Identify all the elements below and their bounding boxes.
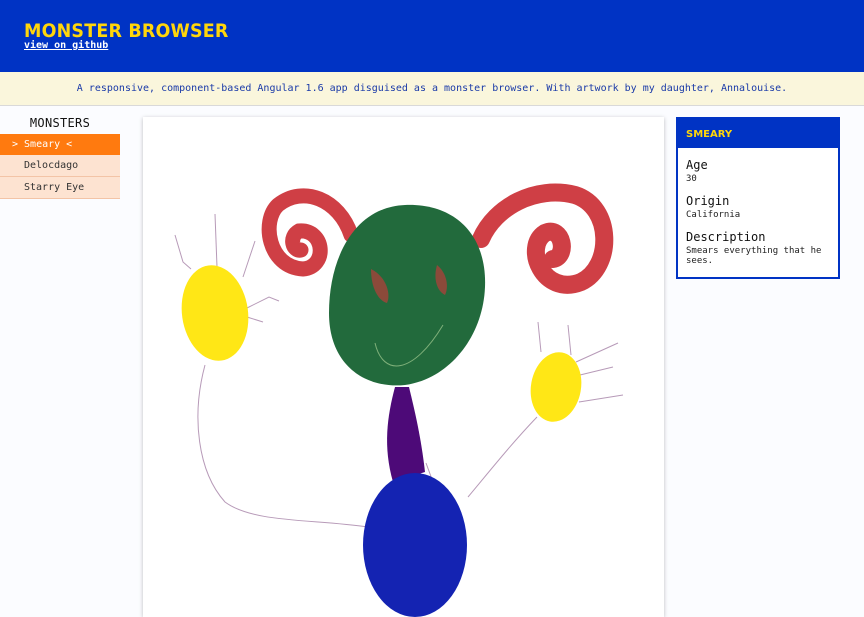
monster-body — [387, 387, 425, 482]
detail-value: 30 — [686, 174, 697, 184]
intro-banner: A responsive, component-based Angular 1.… — [0, 72, 864, 106]
detail-origin: Origin California — [678, 195, 838, 220]
app-title: MONSTER BROWSER — [24, 20, 229, 42]
monster-drawing — [174, 183, 624, 617]
app-header: MONSTER BROWSER view on github — [0, 0, 864, 72]
detail-label: Age — [686, 158, 708, 172]
monster-feet — [363, 473, 467, 617]
detail-value: California — [686, 210, 741, 220]
github-link[interactable]: view on github — [24, 40, 108, 52]
sidebar-heading: MONSTERS — [29, 116, 91, 130]
detail-label: Description — [686, 230, 766, 244]
monster-details-card: SMEARY Age 30 Origin California Descript… — [676, 117, 840, 279]
detail-age: Age 30 — [678, 159, 838, 184]
detail-value: Smears everything that he sees. — [686, 246, 822, 266]
detail-description: Description Smears everything that he se… — [678, 231, 838, 266]
sidebar-item-smeary[interactable]: > Smeary < — [0, 134, 120, 155]
sidebar-item-starry-eye[interactable]: Starry Eye — [0, 177, 120, 199]
monster-name: SMEARY — [678, 119, 838, 148]
left-hand — [181, 265, 249, 361]
right-hand — [530, 352, 582, 422]
detail-label: Origin — [686, 194, 730, 208]
sidebar-item-delocdago[interactable]: Delocdago — [0, 155, 120, 177]
right-horn — [472, 183, 614, 294]
monster-sidebar: MONSTERS > Smeary < Delocdago Starry Eye — [0, 106, 120, 199]
monster-artwork-panel — [143, 117, 664, 617]
